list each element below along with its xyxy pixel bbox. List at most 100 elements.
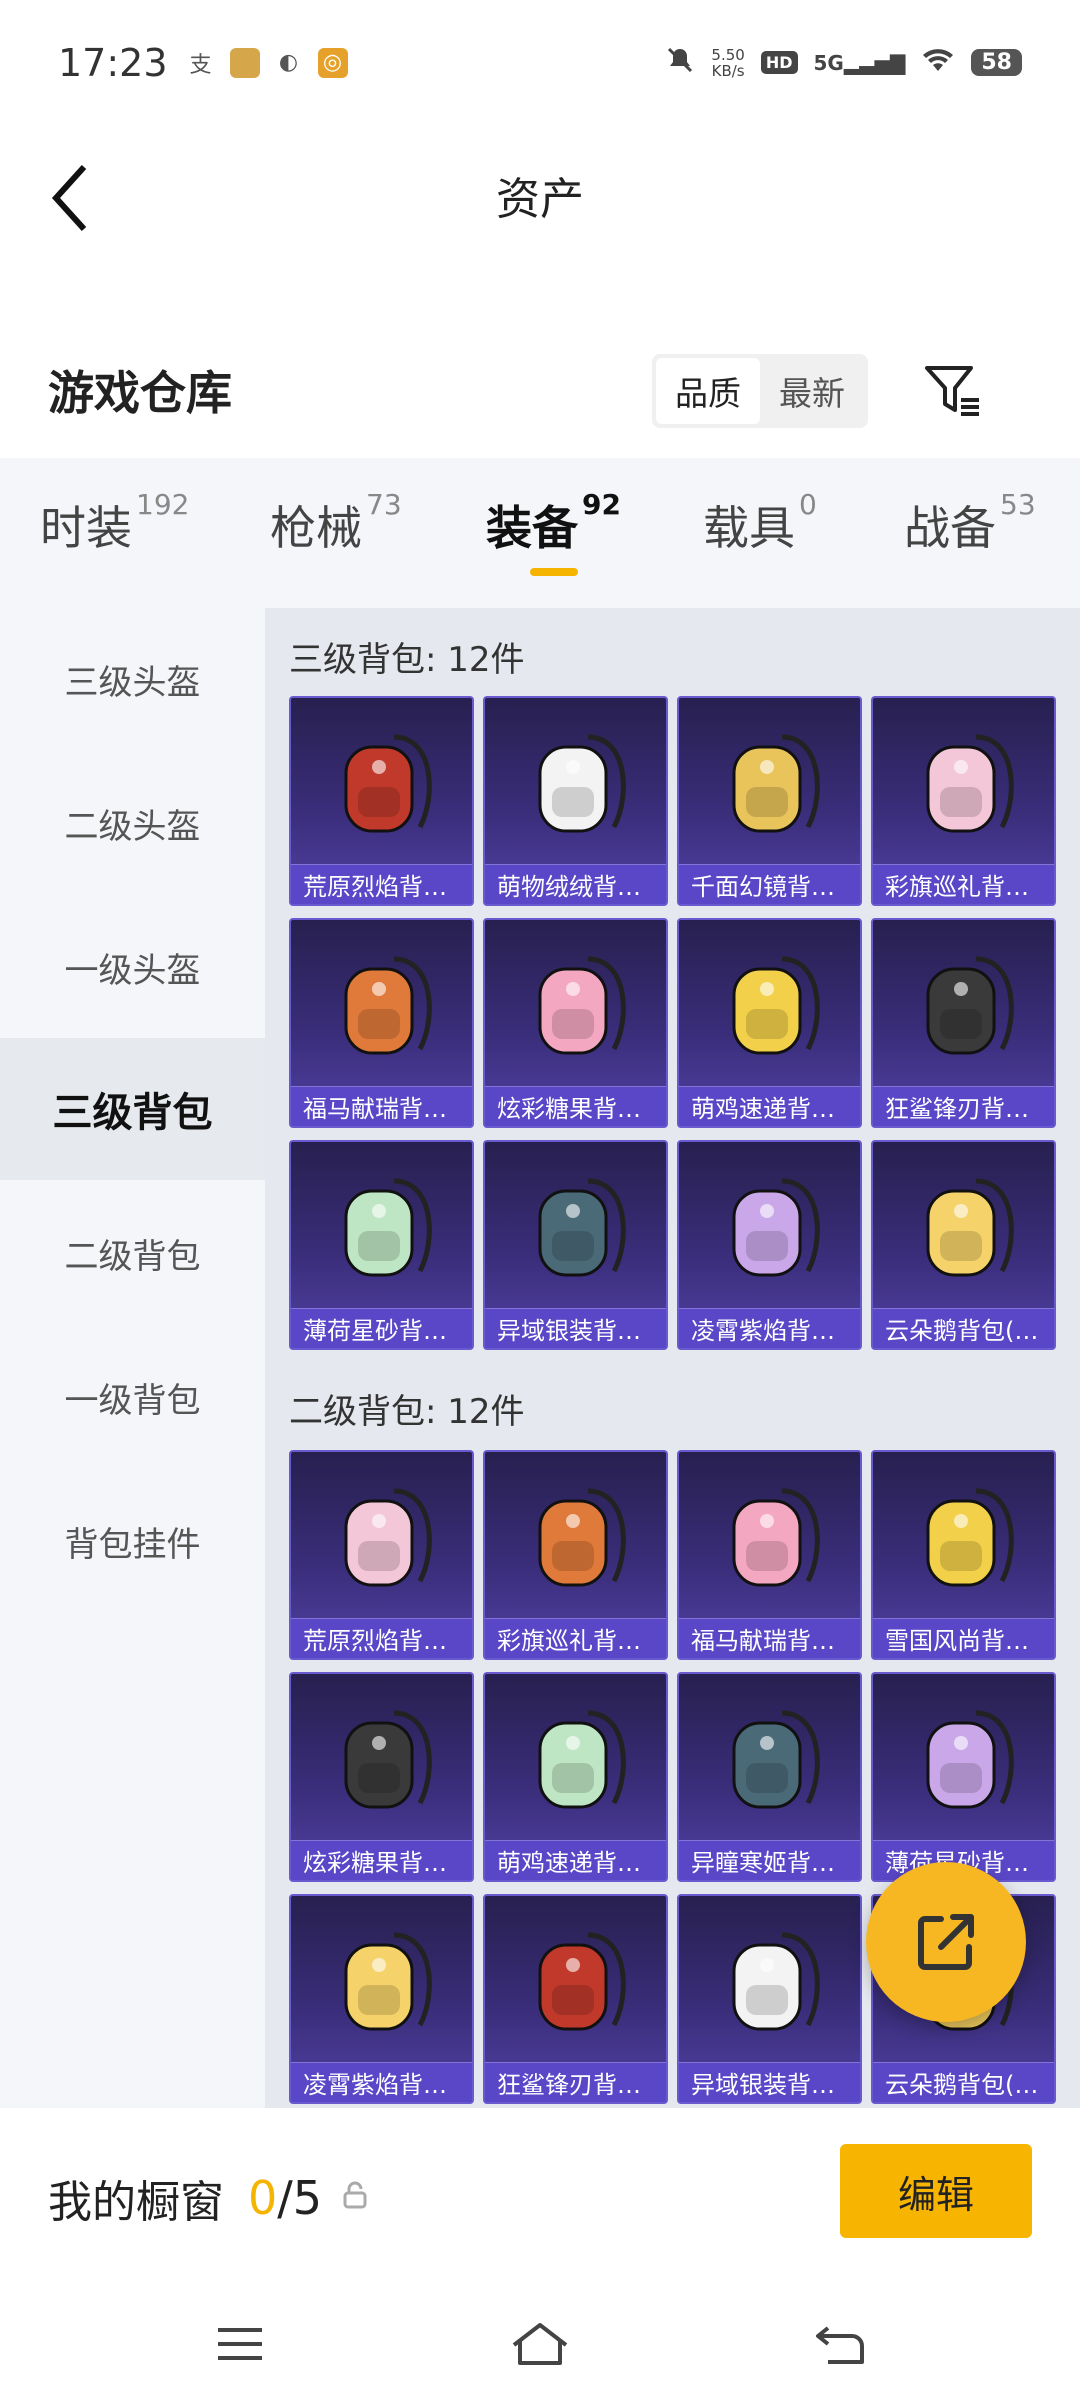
backpack-icon bbox=[485, 1142, 666, 1310]
item-card-label: 狂鲨锋刃背… bbox=[485, 2062, 666, 2102]
item-card[interactable]: 薄荷星砂背… bbox=[289, 1140, 474, 1350]
backpack-icon bbox=[679, 1896, 860, 2064]
sidebar-item-helmet-3[interactable]: 三级头盔 bbox=[0, 608, 265, 750]
item-card[interactable]: 异瞳寒姬背… bbox=[677, 1672, 862, 1882]
item-card-label: 千面幻镜背… bbox=[679, 864, 860, 904]
item-card-label: 彩旗巡礼背… bbox=[873, 864, 1054, 904]
item-card[interactable]: 异域银装背… bbox=[483, 1140, 668, 1350]
backpack-icon bbox=[873, 1142, 1054, 1310]
sidebar-item-backpack-3[interactable]: 三级背包 bbox=[0, 1038, 265, 1180]
signal-icon: 5G▂▃▅▇ bbox=[813, 50, 906, 75]
system-nav-bar bbox=[0, 2288, 1080, 2400]
backpack-icon bbox=[873, 698, 1054, 866]
share-icon bbox=[918, 1914, 974, 1970]
alipay-icon: 支 bbox=[189, 52, 212, 78]
item-card-label: 云朵鹅背包(… bbox=[873, 2062, 1054, 2102]
back-button[interactable] bbox=[40, 158, 100, 238]
sidebar-item-helmet-1[interactable]: 一级头盔 bbox=[0, 896, 265, 1038]
item-card[interactable]: 萌鸡速递背… bbox=[677, 918, 862, 1128]
item-card-label: 荒原烈焰背… bbox=[291, 864, 472, 904]
backpack-icon bbox=[485, 1896, 666, 2064]
item-card-label: 萌鸡速递背… bbox=[485, 1840, 666, 1880]
backpack-icon bbox=[873, 1452, 1054, 1620]
item-card-label: 荒原烈焰背… bbox=[291, 1618, 472, 1658]
item-card-label: 福马献瑞背… bbox=[291, 1086, 472, 1126]
back-nav-button[interactable] bbox=[810, 2319, 870, 2369]
sidebar-item-backpack-2[interactable]: 二级背包 bbox=[0, 1182, 265, 1324]
sidebar-item-backpack-charm[interactable]: 背包挂件 bbox=[0, 1470, 265, 1612]
net-rate: 5.50 KB/s bbox=[711, 45, 745, 80]
item-card-label: 异瞳寒姬背… bbox=[679, 1840, 860, 1880]
tab-equipment[interactable]: 装备 92 bbox=[486, 488, 621, 558]
game-icon bbox=[229, 47, 260, 78]
item-card[interactable]: 萌鸡速递背… bbox=[483, 1672, 668, 1882]
hd-badge: HD bbox=[760, 51, 798, 74]
item-card-label: 炫彩糖果背… bbox=[291, 1840, 472, 1880]
item-card[interactable]: 狂鲨锋刃背… bbox=[483, 1894, 668, 2104]
section-title-backpack-2: 二级背包: 12件 bbox=[289, 1392, 525, 1432]
backpack-icon bbox=[873, 920, 1054, 1088]
item-card[interactable]: 荒原烈焰背… bbox=[289, 1450, 474, 1660]
backpack-icon bbox=[291, 698, 472, 866]
backpack-icon bbox=[485, 698, 666, 866]
item-card[interactable]: 异域银装背… bbox=[677, 1894, 862, 2104]
backpack-icon bbox=[485, 920, 666, 1088]
browser-icon: ◐ bbox=[278, 50, 299, 75]
battery-indicator: 58 bbox=[971, 49, 1022, 76]
item-card-label: 炫彩糖果背… bbox=[485, 1086, 666, 1126]
item-card[interactable]: 萌物绒绒背… bbox=[483, 696, 668, 906]
item-card[interactable]: 雪国风尚背… bbox=[871, 1450, 1056, 1660]
tab-supplies[interactable]: 战备 53 bbox=[904, 488, 1036, 558]
item-card-label: 萌物绒绒背… bbox=[485, 864, 666, 904]
item-card[interactable]: 荒原烈焰背… bbox=[289, 696, 474, 906]
backpack-icon bbox=[679, 1674, 860, 1842]
menu-nav-button[interactable] bbox=[210, 2319, 270, 2369]
backpack-icon bbox=[291, 1674, 472, 1842]
item-card[interactable]: 薄荷星砂背… bbox=[871, 1672, 1056, 1882]
backpack-icon bbox=[485, 1452, 666, 1620]
item-card-label: 彩旗巡礼背… bbox=[485, 1618, 666, 1658]
showcase-label: 我的橱窗 bbox=[48, 2177, 224, 2228]
sort-option-newest[interactable]: 最新 bbox=[760, 358, 864, 424]
item-card[interactable]: 彩旗巡礼背… bbox=[483, 1450, 668, 1660]
item-card[interactable]: 千面幻镜背… bbox=[677, 696, 862, 906]
filter-icon bbox=[925, 366, 979, 416]
sidebar-item-helmet-2[interactable]: 二级头盔 bbox=[0, 752, 265, 894]
tab-vehicles[interactable]: 载具 0 bbox=[703, 488, 817, 558]
item-card[interactable]: 凌霄紫焰背… bbox=[677, 1140, 862, 1350]
chevron-left-icon bbox=[51, 164, 87, 232]
sort-toggle: 品质 最新 bbox=[652, 354, 868, 428]
item-card[interactable]: 彩旗巡礼背… bbox=[871, 696, 1056, 906]
tab-indicator bbox=[530, 568, 578, 576]
item-card-label: 云朵鹅背包(… bbox=[873, 1308, 1054, 1348]
sidebar: 三级头盔 二级头盔 一级头盔 三级背包 二级背包 一级背包 背包挂件 bbox=[0, 608, 265, 2108]
backpack-icon bbox=[873, 1674, 1054, 1842]
mute-icon bbox=[665, 45, 695, 80]
item-card[interactable]: 云朵鹅背包(… bbox=[871, 1140, 1056, 1350]
tab-fashion[interactable]: 时装 192 bbox=[40, 488, 189, 558]
item-card-label: 福马献瑞背… bbox=[679, 1618, 860, 1658]
filter-button[interactable] bbox=[918, 352, 988, 428]
item-card[interactable]: 福马献瑞背… bbox=[289, 918, 474, 1128]
edit-button[interactable]: 编辑 bbox=[840, 2144, 1032, 2238]
item-card-label: 萌鸡速递背… bbox=[679, 1086, 860, 1126]
return-icon bbox=[816, 2326, 864, 2364]
item-card[interactable]: 福马献瑞背… bbox=[677, 1450, 862, 1660]
sidebar-item-backpack-1[interactable]: 一级背包 bbox=[0, 1326, 265, 1468]
item-card[interactable]: 狂鲨锋刃背… bbox=[871, 918, 1056, 1128]
item-card-label: 凌霄紫焰背… bbox=[679, 1308, 860, 1348]
item-card[interactable]: 凌霄紫焰背… bbox=[289, 1894, 474, 2104]
home-nav-button[interactable] bbox=[510, 2319, 570, 2369]
wifi-icon bbox=[921, 46, 955, 79]
status-time: 17:23 bbox=[58, 40, 168, 85]
backpack-icon bbox=[291, 1142, 472, 1310]
sort-option-quality[interactable]: 品质 bbox=[656, 358, 760, 424]
share-fab[interactable] bbox=[866, 1862, 1026, 2022]
item-card[interactable]: 炫彩糖果背… bbox=[289, 1672, 474, 1882]
item-card[interactable]: 炫彩糖果背… bbox=[483, 918, 668, 1128]
status-right: 5.50 KB/s HD 5G▂▃▅▇ 58 bbox=[665, 45, 1022, 80]
item-card-label: 异域银装背… bbox=[679, 2062, 860, 2102]
app-icon: ◎ bbox=[317, 47, 348, 78]
showcase-bar: 我的橱窗 0/5 编辑 bbox=[0, 2108, 1080, 2288]
tab-firearms[interactable]: 枪械 73 bbox=[270, 488, 402, 558]
